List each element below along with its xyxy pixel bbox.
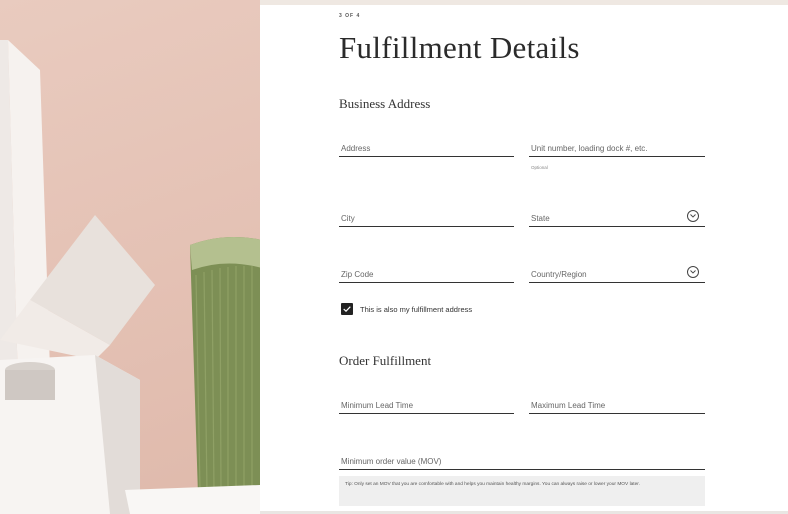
- onboarding-page: 3 OF 4 Fulfillment Details Business Addr…: [0, 0, 788, 514]
- mov-input[interactable]: [339, 453, 705, 469]
- mov-field[interactable]: [339, 453, 705, 470]
- fulfillment-address-checkbox[interactable]: [341, 303, 353, 315]
- country-input[interactable]: [529, 266, 705, 282]
- unit-field[interactable]: [529, 140, 705, 157]
- candle-illustration: [0, 40, 260, 514]
- checkbox-label: This is also my fulfillment address: [360, 305, 473, 314]
- zip-input[interactable]: [339, 266, 514, 282]
- product-photo: [0, 0, 260, 514]
- city-input[interactable]: [339, 210, 514, 226]
- city-field[interactable]: [339, 210, 514, 227]
- max-lead-time-input[interactable]: [529, 397, 705, 413]
- section-order-fulfillment: Order Fulfillment: [339, 353, 432, 368]
- country-select[interactable]: [529, 266, 705, 283]
- step-indicator: 3 OF 4: [339, 13, 361, 19]
- max-lead-time-field[interactable]: [529, 397, 705, 414]
- min-lead-time-input[interactable]: [339, 397, 514, 413]
- state-select[interactable]: [529, 210, 705, 227]
- checkmark-icon: [343, 306, 351, 312]
- state-input[interactable]: [529, 210, 705, 226]
- page-title: Fulfillment Details: [339, 30, 580, 65]
- address-field[interactable]: [339, 140, 514, 157]
- zip-field[interactable]: [339, 266, 514, 283]
- address-input[interactable]: [339, 140, 514, 156]
- chevron-down-icon[interactable]: [687, 266, 699, 278]
- unit-optional-hint: Optional: [531, 165, 548, 170]
- fulfillment-form: 3 OF 4 Fulfillment Details Business Addr…: [260, 0, 788, 514]
- chevron-down-icon[interactable]: [687, 210, 699, 222]
- section-business-address: Business Address: [339, 96, 431, 111]
- min-lead-time-field[interactable]: [339, 397, 514, 414]
- unit-input[interactable]: [529, 140, 705, 156]
- mov-tip: Tip: Only set an MOV that you are comfor…: [339, 476, 705, 506]
